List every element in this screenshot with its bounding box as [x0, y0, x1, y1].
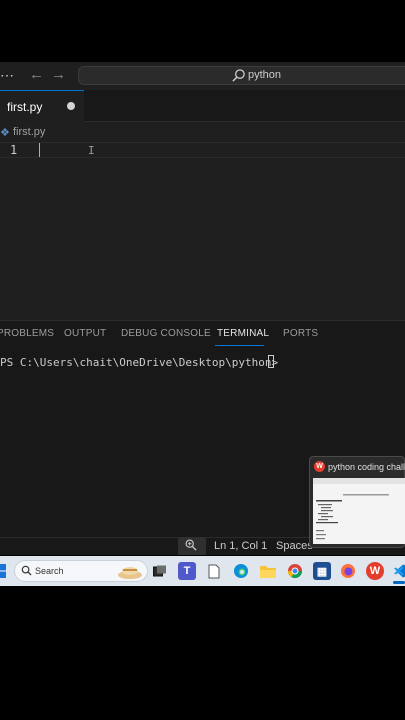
unsaved-dot-icon[interactable]	[67, 102, 75, 110]
tab-debug-console[interactable]: DEBUG CONSOLE	[121, 328, 211, 340]
cursor-position[interactable]: Ln 1, Col 1	[214, 540, 267, 552]
active-app-indicator	[393, 581, 405, 584]
tab-output[interactable]: OUTPUT	[64, 328, 106, 340]
menu-dots-icon[interactable]: ⋯	[0, 68, 14, 82]
arrow-left-icon[interactable]: ←	[29, 66, 44, 83]
search-icon	[232, 69, 245, 82]
search-icon	[21, 565, 32, 576]
wps-office-icon[interactable]: W	[366, 562, 384, 580]
document-preview-image	[313, 478, 405, 544]
teams-icon[interactable]: T	[178, 562, 196, 580]
active-tab-indicator	[215, 345, 264, 346]
python-file-icon: ❖	[0, 127, 10, 139]
start-icon[interactable]	[0, 564, 6, 578]
vscode-icon[interactable]	[391, 562, 405, 580]
command-center-text: python	[248, 69, 282, 81]
firefox-icon[interactable]	[339, 562, 357, 580]
store-icon[interactable]: ▦	[313, 562, 331, 580]
text-caret	[39, 143, 40, 157]
tab-label: first.py	[7, 100, 43, 114]
file-explorer-icon[interactable]	[259, 562, 277, 580]
wps-office-icon: W	[314, 461, 325, 472]
indentation-status[interactable]: Spaces	[276, 540, 313, 552]
current-line-highlight	[0, 142, 405, 158]
file-icon[interactable]	[205, 562, 223, 580]
line-number: 1	[10, 143, 18, 157]
search-placeholder: Search	[35, 566, 64, 576]
chrome-icon[interactable]	[286, 562, 304, 580]
terminal-cursor	[268, 355, 274, 368]
arrow-right-icon[interactable]: →	[51, 66, 66, 83]
terminal-prompt[interactable]: PS C:\Users\chait\OneDrive\Desktop\pytho…	[0, 356, 285, 370]
search-highlight-image	[118, 567, 142, 579]
tab-ports[interactable]: PORTS	[283, 328, 318, 340]
tab-terminal[interactable]: TERMINAL	[217, 328, 269, 340]
edge-icon[interactable]	[232, 562, 250, 580]
tab-problems[interactable]: PROBLEMS	[0, 328, 54, 340]
zoom-in-icon	[185, 539, 197, 551]
thumbnail-title: python coding challenge	[328, 462, 405, 472]
breadcrumb[interactable]: first.py	[13, 125, 45, 139]
task-view-icon[interactable]	[151, 562, 169, 580]
mouse-ibeam-icon: I	[88, 144, 95, 157]
